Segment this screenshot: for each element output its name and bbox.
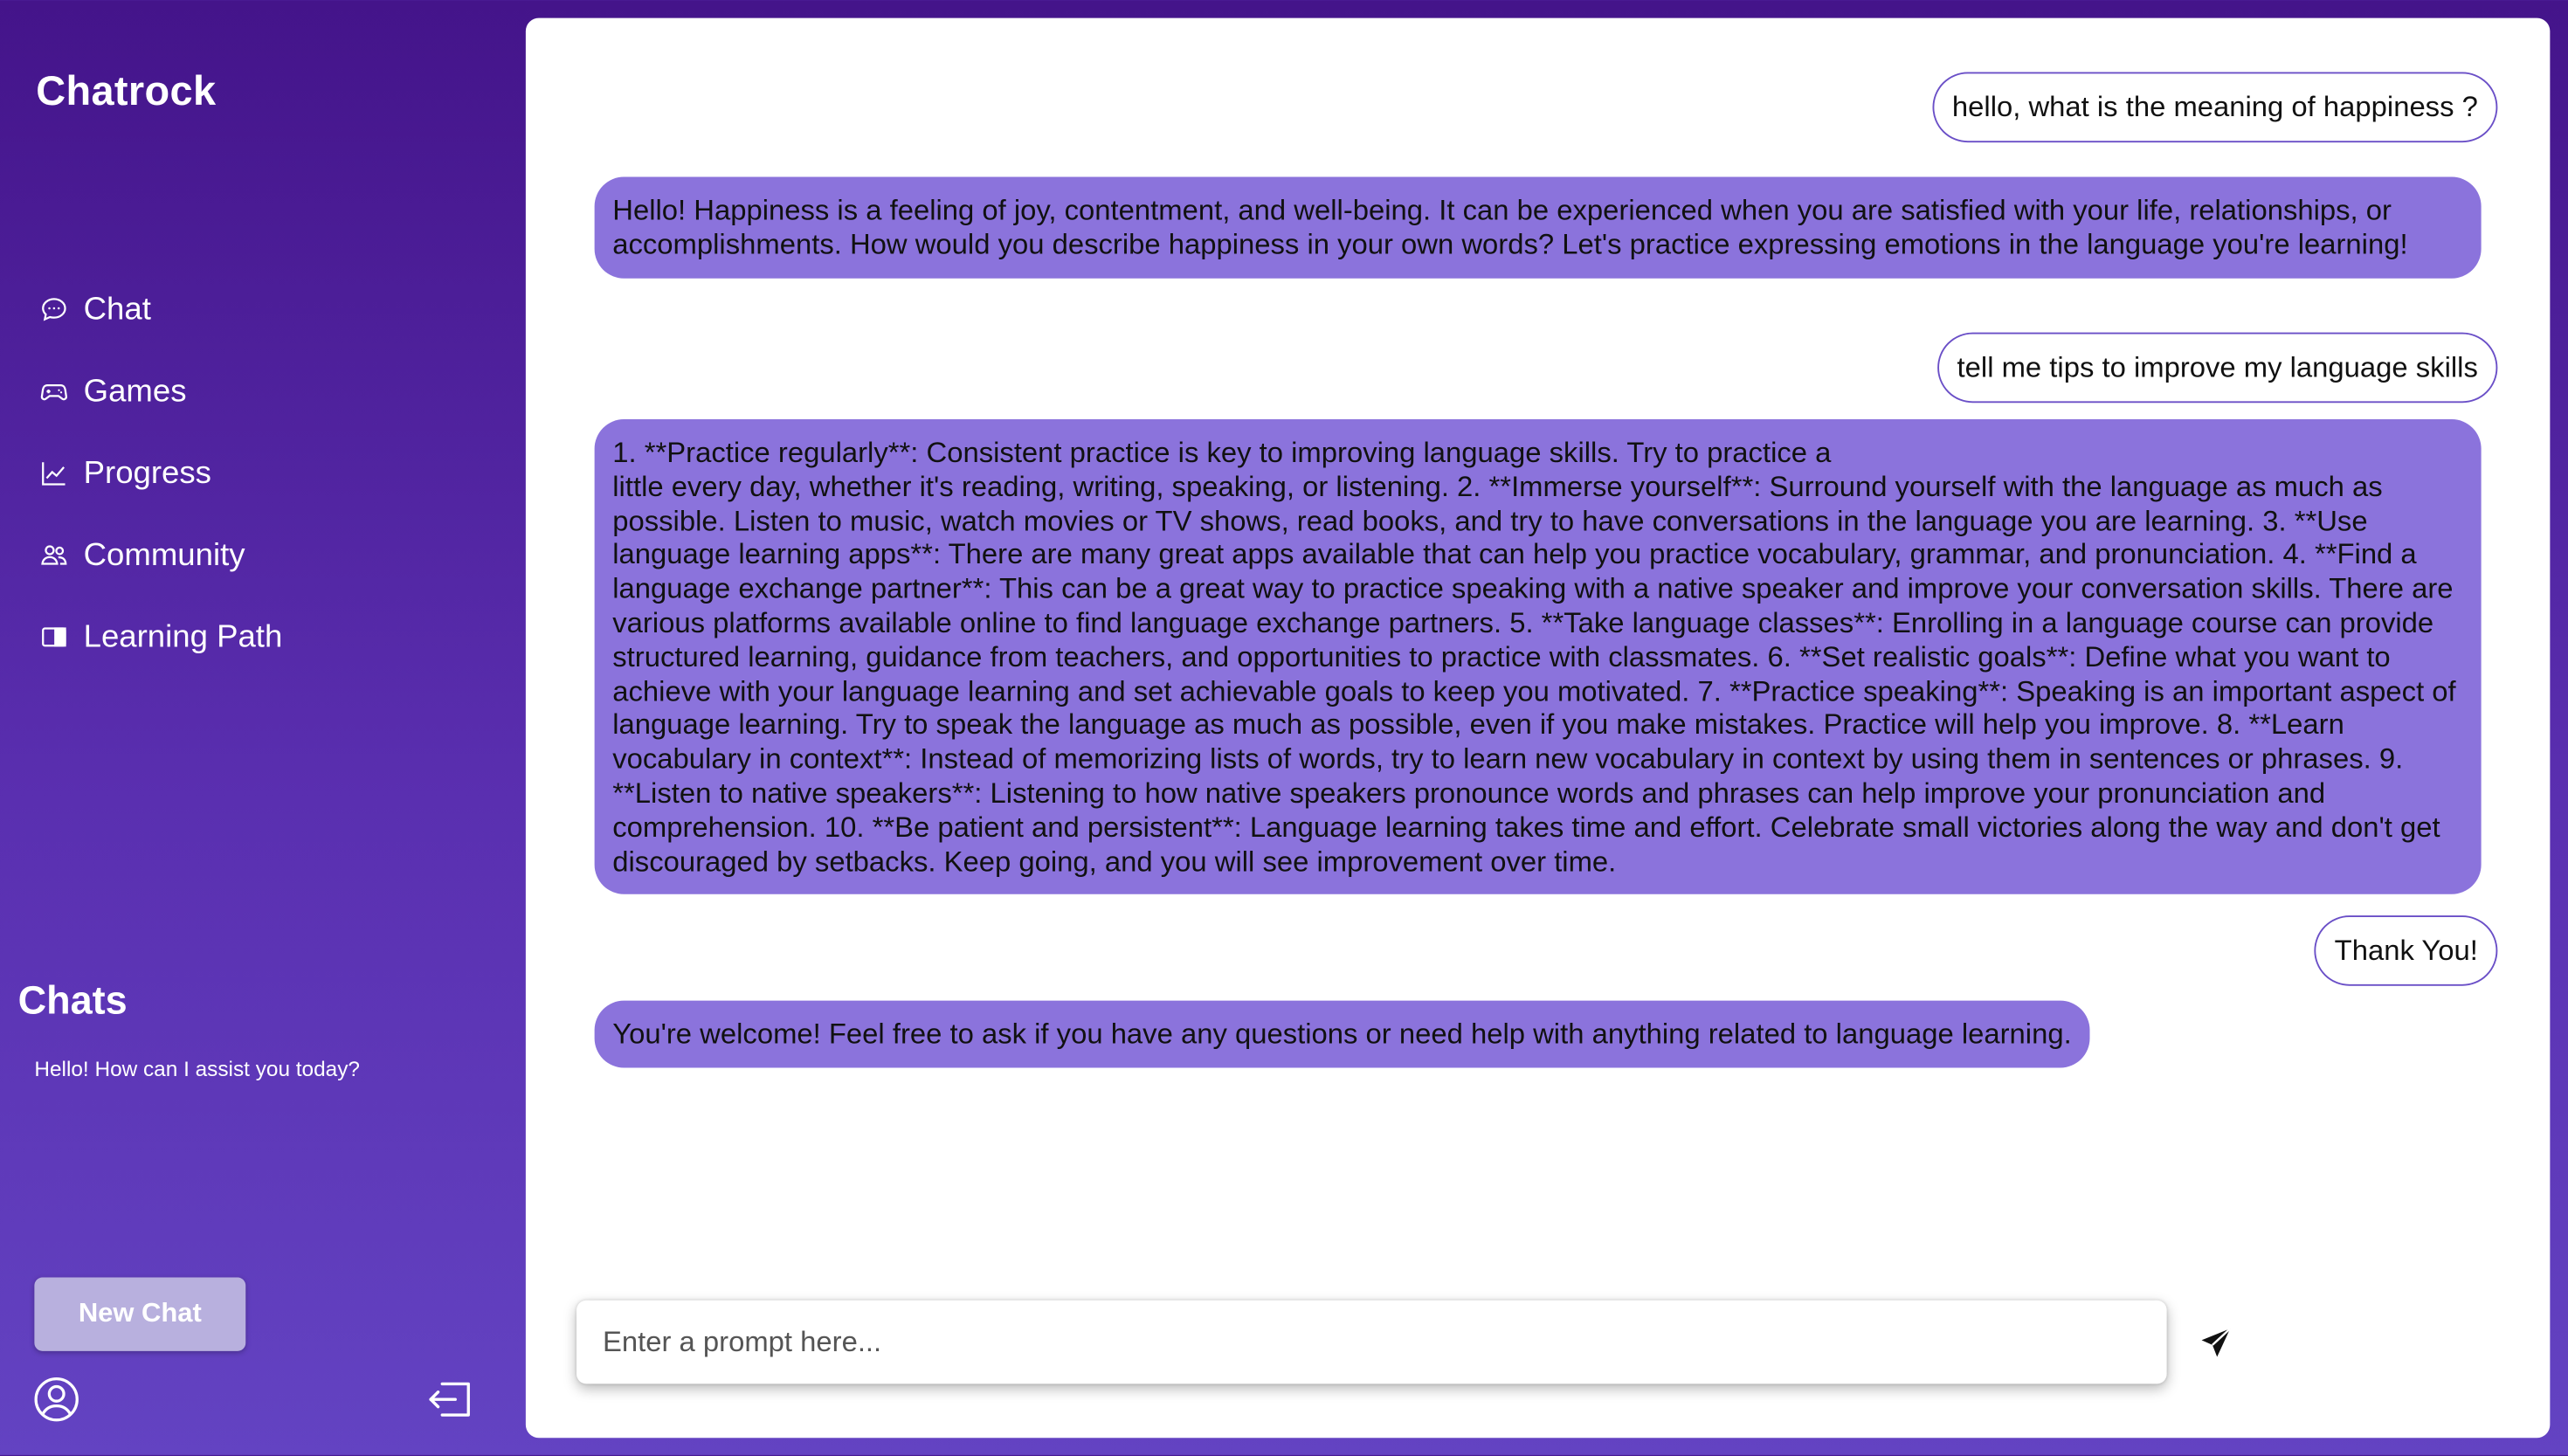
- logout-icon[interactable]: [426, 1379, 475, 1420]
- chat-history-item[interactable]: Hello! How can I assist you today?: [34, 1056, 360, 1080]
- assistant-message: You're welcome! Feel free to ask if you …: [594, 1000, 2090, 1068]
- sidebar-item-community[interactable]: Community: [38, 514, 282, 597]
- app-brand: Chatrock: [36, 68, 217, 115]
- prompt-box: [576, 1300, 2167, 1384]
- sidebar-item-label: Chat: [83, 290, 151, 328]
- sidebar: Chatrock Chat Games Progress Community L…: [0, 0, 524, 1456]
- users-icon: [38, 539, 71, 572]
- gamepad-icon: [38, 375, 71, 408]
- sidebar-item-label: Learning Path: [83, 618, 283, 655]
- send-icon[interactable]: [2198, 1325, 2233, 1361]
- assistant-message-body: little every day, whether it's reading, …: [612, 469, 2456, 878]
- sidebar-item-label: Progress: [83, 454, 211, 491]
- assistant-message: 1. **Practice regularly**: Consistent pr…: [594, 419, 2482, 895]
- chats-section-title: Chats: [17, 979, 128, 1024]
- assistant-message-first-line: 1. **Practice regularly**: Consistent pr…: [612, 435, 1832, 469]
- sidebar-item-label: Community: [83, 536, 245, 573]
- user-circle-icon[interactable]: [33, 1376, 80, 1423]
- new-chat-button[interactable]: New Chat: [34, 1277, 246, 1351]
- chat-bubble-icon: [38, 293, 71, 327]
- line-chart-icon: [38, 457, 71, 490]
- sidebar-item-progress[interactable]: Progress: [38, 432, 282, 514]
- assistant-message: Hello! Happiness is a feeling of joy, co…: [594, 176, 2482, 278]
- user-message: Thank You!: [2315, 915, 2498, 986]
- sidebar-item-games[interactable]: Games: [38, 350, 282, 432]
- book-icon: [38, 621, 71, 654]
- chat-panel: hello, what is the meaning of happiness …: [525, 17, 2551, 1439]
- sidebar-item-chat[interactable]: Chat: [38, 269, 282, 351]
- sidebar-item-label: Games: [83, 372, 187, 409]
- user-message: hello, what is the meaning of happiness …: [1932, 72, 2498, 142]
- user-message: tell me tips to improve my language skil…: [1937, 332, 2498, 403]
- sidebar-nav: Chat Games Progress Community Learning P…: [38, 269, 282, 679]
- prompt-input[interactable]: [576, 1300, 2167, 1384]
- sidebar-item-learning-path[interactable]: Learning Path: [38, 597, 282, 679]
- app-root: Chatrock Chat Games Progress Community L…: [0, 0, 2568, 1456]
